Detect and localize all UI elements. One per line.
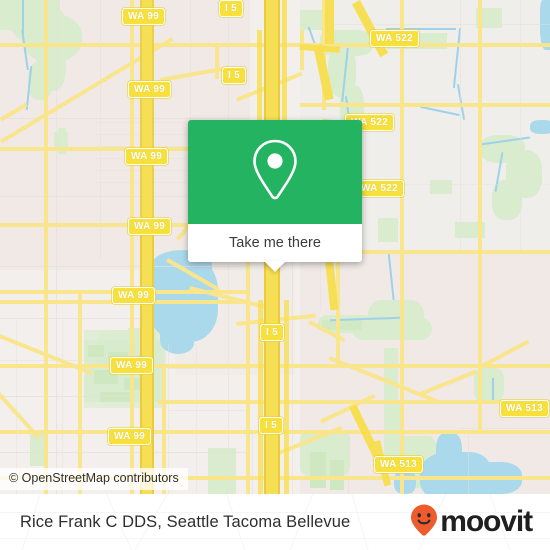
highway-shield: I 5 <box>259 417 284 434</box>
major-road <box>246 250 250 494</box>
park-area <box>100 392 130 402</box>
minor-road <box>292 250 293 494</box>
minor-road <box>460 0 461 250</box>
osm-attribution[interactable]: © OpenStreetMap contributors <box>0 468 188 490</box>
water-body <box>394 470 416 494</box>
map-canvas[interactable]: WA 99 I 5 WA 522 WA 99 I 5 WA 522 WA 99 WA 99 WA… <box>0 0 550 494</box>
highway-shield: I 5 <box>260 324 285 341</box>
green-corridor <box>368 300 424 330</box>
take-me-there-label: Take me there <box>229 235 321 251</box>
location-popup[interactable]: Take me there <box>188 120 362 272</box>
highway-shield: WA 99 <box>122 8 166 25</box>
minor-road <box>56 0 57 494</box>
stream <box>492 378 494 400</box>
minor-road <box>460 428 550 429</box>
ramp <box>215 43 219 79</box>
osm-attribution-text: © OpenStreetMap contributors <box>9 471 179 485</box>
major-road <box>478 0 482 250</box>
stream <box>22 0 24 34</box>
moovit-logo[interactable]: moovit <box>409 503 533 542</box>
major-road <box>300 103 550 107</box>
minor-road <box>252 430 253 494</box>
minor-road <box>300 24 550 25</box>
highway-shield: WA 522 <box>355 180 405 197</box>
highway-shield: WA 99 <box>128 81 172 98</box>
highway-shield: I 5 <box>219 0 244 17</box>
water-body <box>436 432 462 472</box>
park-area <box>330 460 344 490</box>
highway-shield: WA 99 <box>125 148 169 165</box>
minor-road <box>168 368 248 369</box>
major-road <box>78 290 82 494</box>
highway-shield: WA 513 <box>500 400 550 417</box>
highway-shield: WA 99 <box>112 287 156 304</box>
major-road <box>130 0 134 494</box>
park-area <box>208 448 236 494</box>
screenshot-root: WA 99 I 5 WA 522 WA 99 I 5 WA 522 WA 99 WA 99 WA… <box>0 0 550 550</box>
minor-road <box>0 266 250 267</box>
park-area <box>310 452 326 488</box>
motorway-i5-ramp <box>284 300 289 494</box>
minor-road <box>0 318 150 319</box>
water-body <box>160 330 194 354</box>
map-pin-icon <box>248 137 302 208</box>
place-title: Rice Frank C DDS, Seattle Tacoma Bellevu… <box>20 512 351 531</box>
highway-shield: WA 513 <box>374 456 424 473</box>
footer-bar: Rice Frank C DDS, Seattle Tacoma Bellevu… <box>0 494 550 550</box>
minor-road <box>0 452 250 453</box>
green-corridor <box>322 320 362 330</box>
highway-shield: WA 99 <box>108 428 152 445</box>
major-road <box>44 0 48 494</box>
moovit-smiley-pin-icon <box>409 503 439 542</box>
green-corridor <box>384 400 400 458</box>
minor-road <box>520 0 521 250</box>
park-area <box>430 180 452 194</box>
minor-road <box>168 410 248 411</box>
motorway-wa99 <box>142 0 152 240</box>
minor-road <box>348 430 349 494</box>
take-me-there-button[interactable]: Take me there <box>188 224 362 262</box>
minor-road <box>468 430 469 494</box>
park-area <box>88 345 104 357</box>
popup-header <box>188 120 362 224</box>
park-area <box>378 218 398 242</box>
highway-shield: WA 522 <box>370 30 420 47</box>
highway-shield: WA 99 <box>128 218 172 235</box>
water-body <box>530 120 550 134</box>
popup-tail <box>264 261 286 272</box>
moovit-wordmark: moovit <box>440 505 533 538</box>
highway-shield: WA 99 <box>110 357 154 374</box>
highway-shield: I 5 <box>222 67 247 84</box>
minor-road <box>100 0 101 260</box>
minor-road <box>0 396 150 397</box>
motorway-wa522 <box>325 0 334 44</box>
major-road <box>478 250 482 430</box>
